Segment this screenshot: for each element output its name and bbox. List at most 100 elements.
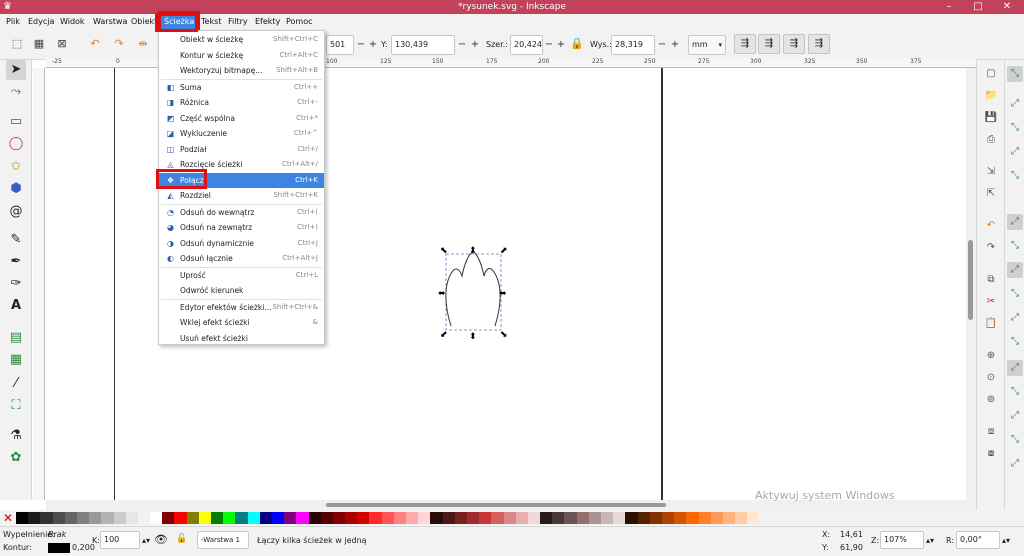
color-swatch[interactable] <box>308 512 321 524</box>
redo-icon[interactable]: ↷ <box>983 240 999 256</box>
color-swatch[interactable] <box>223 512 236 524</box>
color-swatch[interactable] <box>491 512 504 524</box>
color-swatch[interactable] <box>137 512 151 524</box>
vertical-scrollbar[interactable] <box>966 68 976 500</box>
color-swatch[interactable] <box>649 512 662 524</box>
color-swatch[interactable] <box>454 512 467 524</box>
color-swatch[interactable] <box>686 512 699 524</box>
copy-icon[interactable]: ⧉ <box>983 272 999 288</box>
color-swatch[interactable] <box>320 512 333 524</box>
calligraphy-tool-icon[interactable]: ✑ <box>6 274 26 294</box>
close-icon[interactable]: ✕ <box>992 0 1022 14</box>
color-swatch[interactable] <box>479 512 492 524</box>
no-paint-swatch[interactable]: ✕ <box>2 512 14 524</box>
color-swatch[interactable] <box>552 512 565 524</box>
snap-nodes-icon[interactable]: ⤢ <box>1007 214 1023 230</box>
path-menu-item[interactable]: Wklej efekt ścieżki & <box>159 315 324 330</box>
x-decrement-button[interactable]: − <box>355 35 367 55</box>
dropper-tool-icon[interactable]: ⁄ <box>6 374 26 394</box>
width-decrement-button[interactable]: − <box>543 35 555 55</box>
menu-sciezka[interactable]: Ścieżka <box>157 11 201 33</box>
text-tool-icon[interactable]: A <box>6 296 26 316</box>
mesh-tool-icon[interactable]: ▦ <box>6 350 26 370</box>
scale-handle-ne-icon[interactable]: ⬈ <box>500 246 508 256</box>
gradient-tool-icon[interactable]: ▤ <box>6 328 26 348</box>
path-menu-item[interactable]: ◐ Odsuń łącznie Ctrl+Alt+J <box>159 251 324 266</box>
vertical-scroll-thumb[interactable] <box>968 240 973 320</box>
color-swatch[interactable] <box>52 512 65 524</box>
x-increment-button[interactable]: + <box>367 35 379 55</box>
menu-pomoc[interactable]: Pomoc <box>286 14 313 30</box>
import-icon[interactable]: ⇲ <box>983 164 999 180</box>
menu-plik[interactable]: Plik <box>6 14 20 30</box>
color-swatch[interactable] <box>674 512 687 524</box>
color-swatch[interactable] <box>442 512 455 524</box>
rotate-cw-icon[interactable]: ↷ <box>112 37 126 51</box>
move-patterns-button[interactable]: ⇶ <box>808 34 830 54</box>
spray-tool-icon[interactable]: ✿ <box>6 448 26 468</box>
snap-toggle-icon[interactable]: ⤡ <box>1007 66 1023 82</box>
path-menu-item[interactable]: Wektoryzuj bitmapę... Shift+Alt+B <box>159 63 324 78</box>
color-swatch[interactable] <box>576 512 589 524</box>
color-swatch[interactable] <box>64 512 77 524</box>
pen-tool-icon[interactable]: ✒ <box>6 252 26 272</box>
zoom-page-icon[interactable]: ⊚ <box>983 392 999 408</box>
height-decrement-button[interactable]: − <box>656 35 668 55</box>
paint-bucket-tool-icon[interactable]: ⛶ <box>6 396 26 416</box>
3d-box-tool-icon[interactable]: ⬢ <box>6 179 26 199</box>
rectangle-tool-icon[interactable]: ▭ <box>6 112 26 132</box>
color-swatch[interactable] <box>259 512 272 524</box>
color-palette[interactable]: ✕ <box>0 510 1024 526</box>
scale-handle-se-icon[interactable]: ⬊ <box>500 330 508 340</box>
color-swatch[interactable] <box>515 512 528 524</box>
scale-handle-s-icon[interactable]: ⬍ <box>469 332 477 340</box>
path-menu-item[interactable]: ◩ Część wspólna Ctrl+* <box>159 111 324 126</box>
paste-icon[interactable]: 📋 <box>983 316 999 332</box>
color-swatch[interactable] <box>747 512 760 524</box>
color-swatch[interactable] <box>174 512 187 524</box>
maximize-icon[interactable]: □ <box>963 0 993 14</box>
color-swatch[interactable] <box>186 512 199 524</box>
snap-bbox-midpoint-icon[interactable]: ⤡ <box>1007 168 1023 184</box>
scale-handle-e-icon[interactable]: ⬌ <box>499 289 507 299</box>
color-swatch[interactable] <box>150 512 163 524</box>
color-swatch[interactable] <box>564 512 577 524</box>
color-swatch[interactable] <box>393 512 406 524</box>
menu-edycja[interactable]: Edycja <box>28 14 54 30</box>
height-field[interactable]: 28,319 <box>611 35 655 55</box>
deselect-icon[interactable]: ⊠ <box>55 37 69 51</box>
opacity-stepper-icon[interactable]: ▴▾ <box>142 535 150 546</box>
snap-midpoint-icon[interactable]: ⤡ <box>1007 334 1023 350</box>
layer-select[interactable]: -Warstwa 1 <box>197 531 249 549</box>
color-swatch[interactable] <box>369 512 382 524</box>
node-tool-icon[interactable]: ⤳ <box>6 82 26 102</box>
export-icon[interactable]: ⇱ <box>983 186 999 202</box>
minimize-icon[interactable]: – <box>934 0 964 14</box>
open-icon[interactable]: 📁 <box>983 88 999 104</box>
color-swatch[interactable] <box>76 512 90 524</box>
undo-icon[interactable]: ↶ <box>983 218 999 234</box>
lock-icon[interactable]: 🔒 <box>570 37 584 51</box>
selected-shape[interactable]: ⬉ ⬈ ⬋ ⬊ ⬍ ⬍ ⬌ ⬌ <box>436 244 512 340</box>
color-swatch[interactable] <box>613 512 626 524</box>
path-menu-item[interactable]: Uprość Ctrl+L <box>159 268 324 283</box>
snap-cusp-icon[interactable]: ⤡ <box>1007 286 1023 302</box>
color-swatch[interactable] <box>503 512 516 524</box>
rotation-stepper-icon[interactable]: ▴▾ <box>1002 535 1010 546</box>
horizontal-scroll-thumb[interactable] <box>326 503 666 507</box>
x-field[interactable]: 501 <box>326 35 354 55</box>
print-icon[interactable]: ⎙ <box>983 132 999 148</box>
move-gradients-button[interactable]: ⇶ <box>783 34 805 54</box>
color-swatch[interactable] <box>162 512 175 524</box>
menu-obiekt[interactable]: Obiekt <box>131 14 157 30</box>
color-swatch[interactable] <box>16 512 29 524</box>
path-menu-item[interactable]: Odwróć kierunek <box>159 283 324 298</box>
y-field[interactable]: 130,439 <box>391 35 455 55</box>
width-increment-button[interactable]: + <box>555 35 567 55</box>
color-swatch[interactable] <box>271 512 285 524</box>
color-swatch[interactable] <box>332 512 346 524</box>
eye-icon[interactable]: 👁 <box>154 534 168 545</box>
color-swatch[interactable] <box>735 512 748 524</box>
snap-smooth-icon[interactable]: ⤢ <box>1007 310 1023 326</box>
color-swatch[interactable] <box>625 512 638 524</box>
